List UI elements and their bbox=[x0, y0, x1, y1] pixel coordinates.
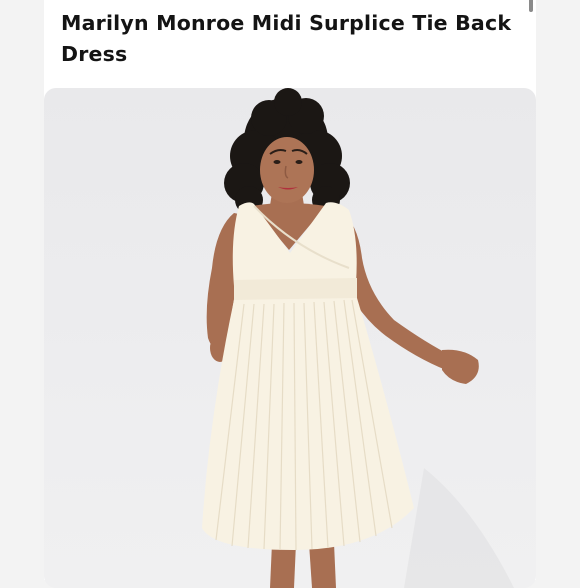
model-shadow bbox=[404, 468, 514, 588]
dress bbox=[202, 202, 414, 550]
product-title: Marilyn Monroe Midi Surplice Tie Back Dr… bbox=[61, 11, 512, 66]
product-image[interactable] bbox=[44, 88, 536, 588]
product-photo-illustration bbox=[202, 88, 514, 588]
scrollbar-thumb[interactable] bbox=[529, 0, 533, 12]
model-face bbox=[260, 137, 314, 203]
